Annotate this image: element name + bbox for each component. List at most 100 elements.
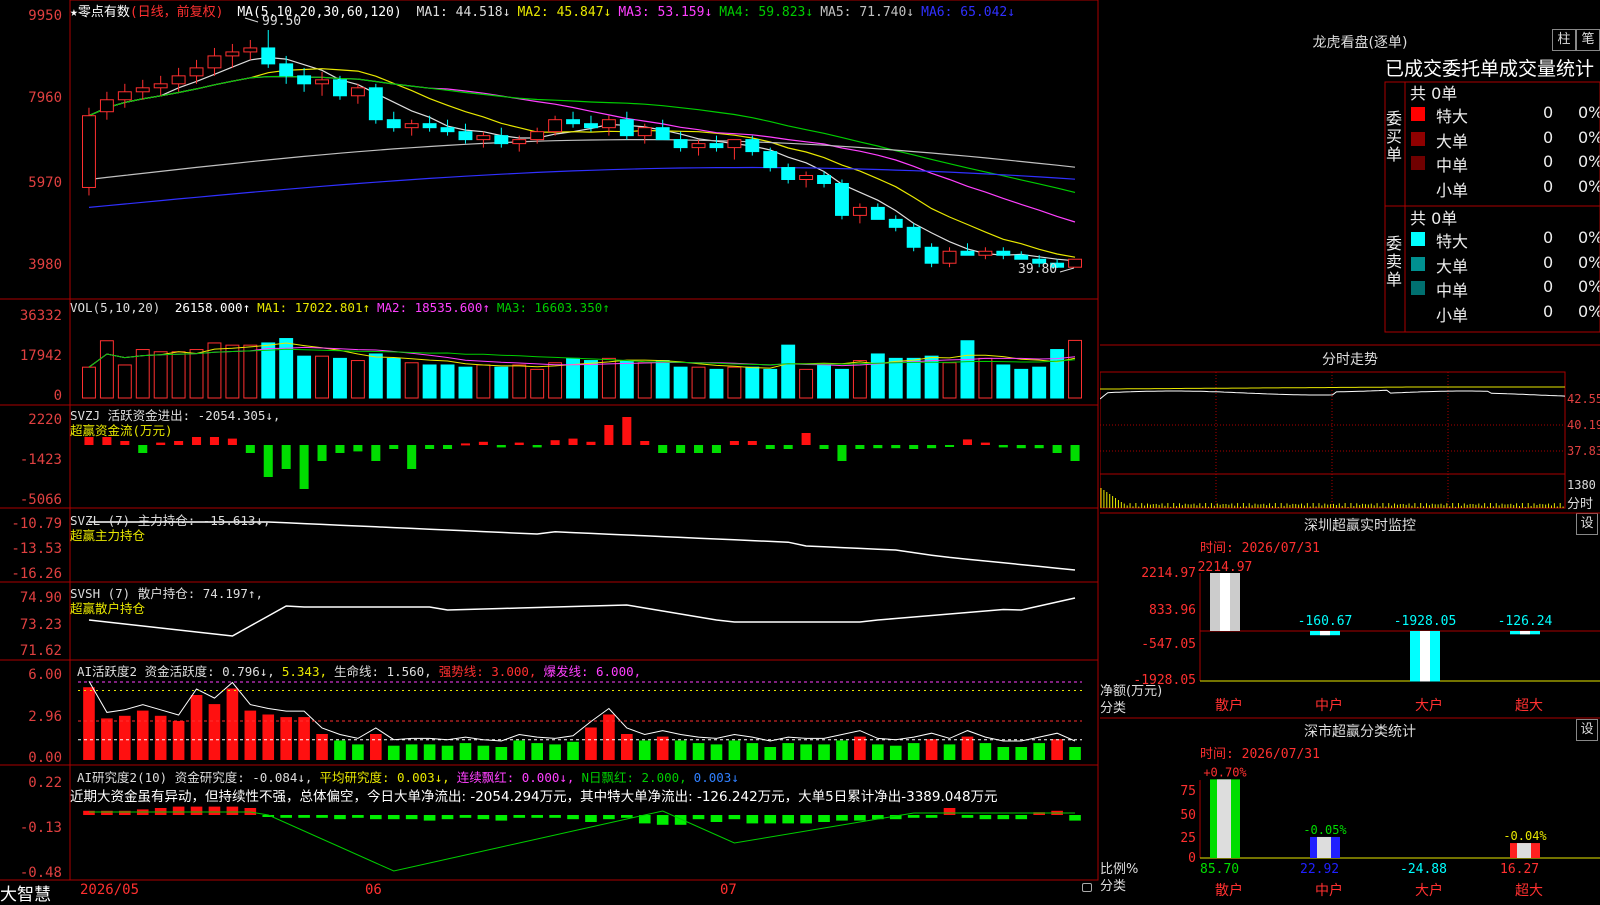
- svzj-bar: [120, 441, 130, 445]
- ai2-header: AI研究度2(10) 资金研究度: -0.084↓, 平均研究度: 0.003↓,…: [70, 767, 739, 786]
- monitor-bar-highlight: [1520, 631, 1530, 635]
- candle-body: [852, 206, 867, 216]
- svzj-bar: [676, 445, 686, 453]
- svzj-bar: [783, 445, 793, 449]
- candle-body: [189, 67, 204, 77]
- class-category: 散户: [1215, 882, 1243, 899]
- svzj-bar: [245, 445, 255, 453]
- svzj-bar: [156, 442, 166, 445]
- candle-body: [494, 135, 509, 145]
- volume-bar: [350, 360, 365, 399]
- monitor-category: 大户: [1415, 697, 1443, 714]
- candle-body: [1014, 254, 1029, 260]
- volume-bar: [512, 364, 527, 399]
- class-value: -24.88: [1400, 862, 1447, 877]
- ai2-bar: [387, 815, 400, 820]
- main-ytick-2: 7960: [28, 90, 62, 106]
- ai2-bar: [352, 815, 364, 818]
- candle-body: [512, 139, 527, 145]
- svzj-bar: [550, 440, 560, 445]
- main-chart-svg[interactable]: [0, 0, 1100, 900]
- candle-body: [386, 119, 401, 129]
- svzj-bar: [640, 441, 650, 445]
- svzj-bar: [389, 445, 399, 449]
- candle-body: [763, 151, 778, 169]
- ai1-bar: [405, 744, 418, 760]
- svzj-bar: [568, 438, 578, 445]
- ai2-bar: [119, 810, 131, 815]
- candle-body: [619, 119, 634, 137]
- monitor-bar-label: -1928.05: [1394, 614, 1457, 629]
- ai2-bar: [459, 815, 472, 818]
- candle-body: [207, 55, 222, 69]
- ai1-value-2: 5.343,: [281, 664, 327, 679]
- candle-body: [655, 127, 670, 141]
- volume-bar: [404, 362, 419, 399]
- class-ytick: 50: [1180, 808, 1196, 823]
- candle-body: [691, 143, 706, 149]
- vol-value-4: MA3: 16603.350↑: [496, 300, 610, 315]
- svzj-bar: [209, 437, 219, 445]
- monitor-bar-highlight: [1220, 573, 1230, 631]
- lock-icon[interactable]: [1082, 883, 1092, 892]
- xaxis-label-jul: 07: [720, 882, 737, 898]
- svzj-bar: [1070, 445, 1080, 461]
- volume-bar: [207, 342, 222, 399]
- ai1-value-1: AI活跃度2 资金活跃度: 0.796↓,: [77, 664, 275, 679]
- ai1-bar: [316, 734, 328, 760]
- ai1-value-4: 强势线: 3.000,: [438, 664, 537, 679]
- intraday-frame: [1100, 371, 1566, 509]
- svzj-bar: [1016, 445, 1026, 449]
- svzj-bar: [873, 445, 883, 449]
- high-price-label: 99.50: [262, 14, 302, 29]
- ai2-bar: [405, 815, 418, 820]
- ai1-bar: [495, 747, 508, 760]
- monitor-bar-label: 2214.97: [1198, 560, 1253, 575]
- class-bar-highlight: [1217, 779, 1231, 858]
- svzj-bar: [891, 445, 901, 449]
- candle-body: [942, 250, 957, 264]
- ai1-bar: [477, 745, 490, 760]
- volume-bar: [978, 357, 993, 399]
- volume-bar: [637, 362, 652, 399]
- candle-body: [171, 75, 186, 85]
- class-category: 中户: [1315, 882, 1343, 899]
- ai2-bar: [656, 815, 669, 825]
- ai2-bar: [603, 815, 615, 820]
- ai1-bar: [692, 743, 705, 760]
- volume-bar: [386, 357, 401, 399]
- ai2-bar: [836, 815, 848, 821]
- class-bar-pct: -0.05%: [1303, 823, 1347, 837]
- main-ytick-4: 3980: [28, 257, 62, 273]
- monitor-category: 中户: [1315, 697, 1343, 714]
- ai1-bar: [1033, 743, 1045, 760]
- ai2-bar: [190, 806, 203, 815]
- ai1-bar: [1069, 747, 1081, 760]
- ai1-bar: [997, 747, 1010, 760]
- intraday-price-line: [1100, 389, 1566, 400]
- ai1-bar: [101, 718, 113, 760]
- lhb-frame: [1384, 81, 1600, 333]
- candle-body: [870, 206, 885, 220]
- volume-bar: [82, 366, 96, 399]
- ai2-bar: [226, 806, 239, 815]
- svzj-bar: [371, 445, 381, 461]
- volume-bar: [153, 351, 168, 399]
- ai2-bar: [854, 815, 866, 821]
- svzj-bar: [998, 445, 1008, 448]
- ai2-bar: [567, 815, 579, 820]
- candle-body: [153, 83, 168, 89]
- candle-body: [333, 79, 347, 97]
- ai2-value-5: 0.003↓: [693, 770, 739, 785]
- candle-body: [368, 87, 383, 121]
- candle-body: [799, 175, 814, 180]
- svsh-ytick-1: 74.90: [19, 590, 62, 606]
- candle-body: [225, 51, 240, 57]
- ai1-bar: [136, 710, 149, 760]
- ai2-bar: [907, 815, 920, 818]
- ai2-bar: [531, 815, 543, 818]
- candle-body: [135, 87, 150, 93]
- monitor-bar-highlight: [1320, 631, 1330, 636]
- candle-body: [978, 250, 993, 256]
- candle-body: [637, 127, 652, 137]
